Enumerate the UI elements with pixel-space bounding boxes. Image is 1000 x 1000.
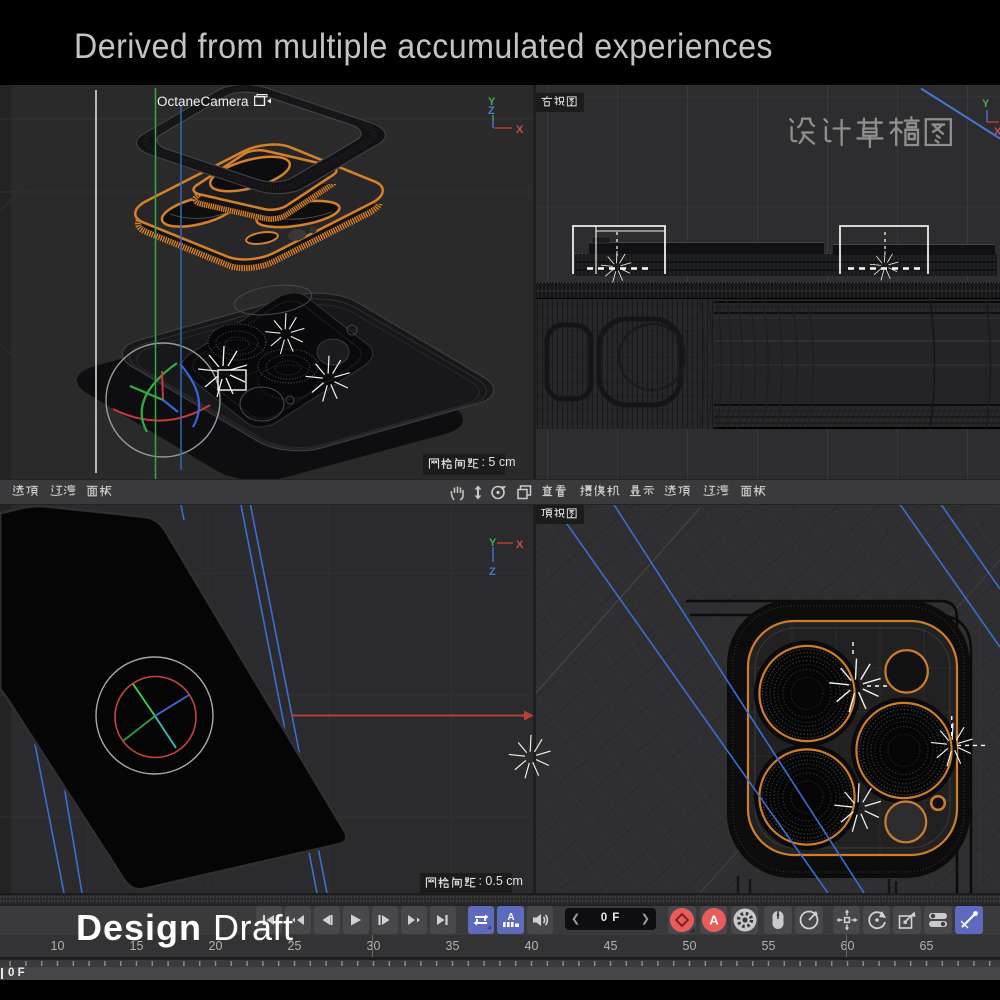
svg-text:Z: Z <box>488 105 495 117</box>
svg-text:A: A <box>709 913 719 928</box>
svg-text:Z: Z <box>489 566 496 578</box>
svg-text:Y: Y <box>982 98 990 110</box>
svg-text:X: X <box>516 539 524 551</box>
svg-text:X: X <box>516 124 524 136</box>
svg-text:X: X <box>994 126 1000 138</box>
svg-text:A: A <box>507 912 514 923</box>
